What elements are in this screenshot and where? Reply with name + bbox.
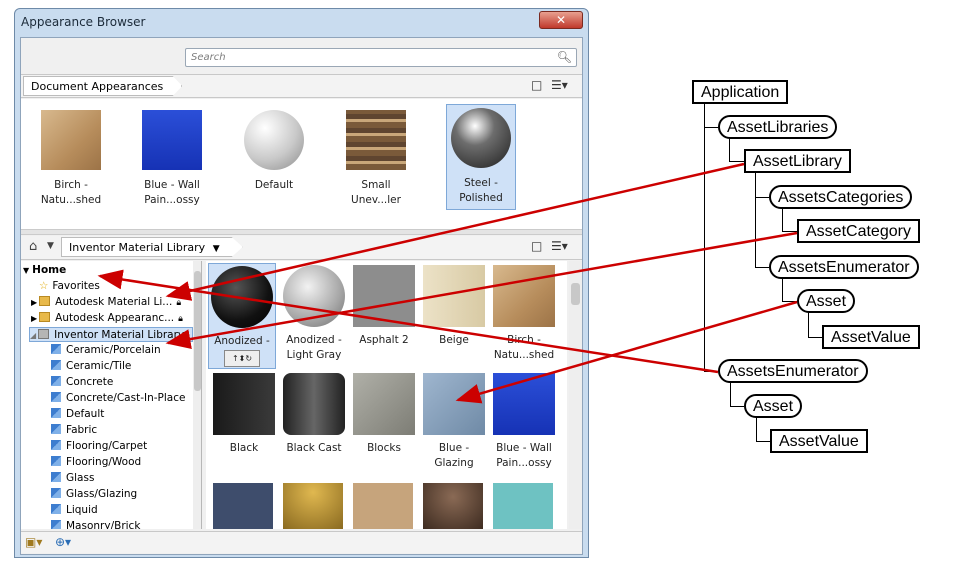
mapping-arrows	[97, 162, 798, 404]
arrow-asset-library	[165, 162, 745, 301]
arrow-assets-enumerator	[97, 269, 719, 374]
arrow-asset	[455, 300, 798, 404]
arrow-asset-category	[165, 231, 798, 349]
